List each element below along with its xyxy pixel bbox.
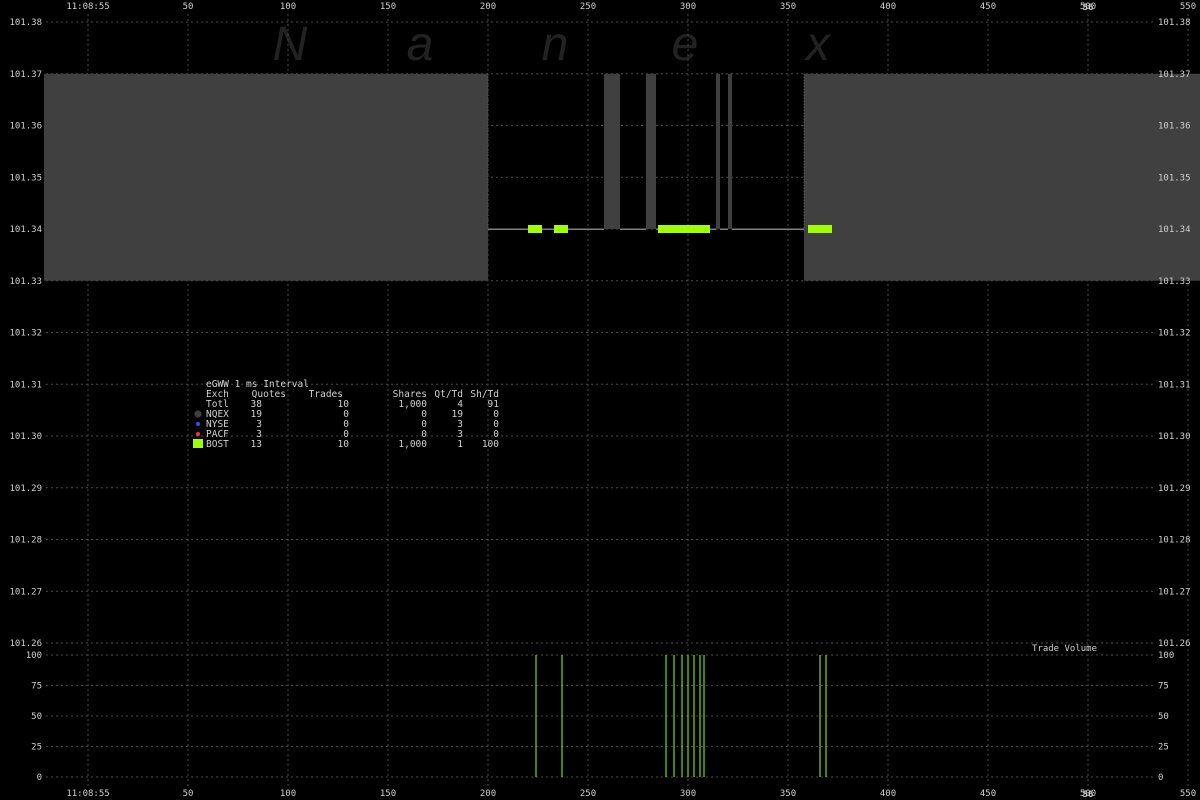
top-axis-tick-label: 550 <box>1180 2 1196 12</box>
price-tick-label-right: 101.27 <box>1158 587 1191 597</box>
price-tick-label: 101.33 <box>9 277 42 287</box>
bottom-axis-tick-label: 550 <box>1180 789 1196 799</box>
spread-band <box>646 73 656 229</box>
top-axis-time-label: 11:08:55 <box>66 2 109 12</box>
trade-marker <box>528 225 542 233</box>
price-tick-label-right: 101.36 <box>1158 122 1191 132</box>
locked-quote-line <box>720 228 728 230</box>
price-tick-label: 101.30 <box>9 432 42 442</box>
price-tick-label: 101.29 <box>9 484 42 494</box>
price-tick-label-right: 101.26 <box>1158 639 1191 649</box>
price-tick-label-right: 101.37 <box>1158 70 1191 80</box>
stats-cell: 13 <box>251 439 262 450</box>
bottom-axis-tick-label: 400 <box>880 789 896 799</box>
trade-marker <box>808 225 832 233</box>
top-axis-tick-label: 450 <box>980 2 996 12</box>
bottom-axis-tick-label: 350 <box>780 789 796 799</box>
spread-band <box>728 73 732 229</box>
price-tick-label: 101.36 <box>9 122 42 132</box>
price-tick-label: 101.27 <box>9 587 42 597</box>
volume-tick-label-right: 50 <box>1158 712 1169 722</box>
nanex-watermark: Na n e x <box>273 18 832 71</box>
price-tick-label-right: 101.32 <box>1158 329 1191 339</box>
spread-band <box>604 73 620 229</box>
bottom-axis-time-label: 11:08:55 <box>66 789 109 799</box>
stats-cell: 100 <box>482 439 499 450</box>
volume-tick-label-right: 0 <box>1158 773 1163 783</box>
volume-tick-label-right: 75 <box>1158 682 1169 692</box>
top-axis-tick-label: 400 <box>880 2 896 12</box>
exchange-marker-icon <box>196 422 200 426</box>
trade-volume-label: Trade Volume <box>1032 644 1097 654</box>
watermark-letter: x <box>804 18 832 71</box>
bottom-axis-tick-label: 150 <box>380 789 396 799</box>
exchange-marker-icon <box>193 439 203 448</box>
locked-quote-line <box>488 228 604 230</box>
price-tick-label: 101.26 <box>9 639 42 649</box>
top-axis-second-label: 56 <box>1083 3 1094 13</box>
price-tick-label: 101.32 <box>9 329 42 339</box>
price-tick-label-right: 101.28 <box>1158 536 1191 546</box>
volume-tick-label-right: 25 <box>1158 743 1169 753</box>
bottom-axis-tick-label: 50 <box>183 789 194 799</box>
price-tick-label: 101.35 <box>9 173 42 183</box>
trade-marker <box>554 225 568 233</box>
top-axis-tick-label: 50 <box>183 2 194 12</box>
bottom-axis-tick-label: 250 <box>580 789 596 799</box>
nanex-trade-quote-chart: Nanex 11:08:55 50 100 150 200 250 300 350 400 450… <box>9 2 1200 800</box>
stats-cell: 1,000 <box>398 439 427 450</box>
locked-quote-line <box>732 228 804 230</box>
price-tick-label-right: 101.38 <box>1158 18 1191 28</box>
spread-band <box>804 73 1200 281</box>
bottom-axis-tick-label: 450 <box>980 789 996 799</box>
locked-quote-line <box>620 228 646 230</box>
price-tick-label: 101.38 <box>9 18 42 28</box>
bottom-axis-second-label: 56 <box>1083 790 1094 800</box>
volume-tick-label: 75 <box>31 682 42 692</box>
volume-tick-label-right: 100 <box>1158 651 1174 661</box>
exchange-marker-icon <box>196 432 200 436</box>
stats-cell: 10 <box>338 439 350 450</box>
volume-tick-label: 0 <box>37 773 42 783</box>
stats-cell: BOST <box>206 439 229 450</box>
watermark-letter: e <box>672 18 699 71</box>
watermark-letter: N <box>273 18 308 71</box>
price-tick-label-right: 101.30 <box>1158 432 1191 442</box>
price-tick-label: 101.37 <box>9 70 42 80</box>
top-axis-tick-label: 250 <box>580 2 596 12</box>
stats-table: eGWW 1 ms IntervalExch Quotes Trades Shares… <box>193 379 499 450</box>
watermark-letter: a <box>407 18 434 71</box>
bottom-axis-tick-label: 200 <box>480 789 496 799</box>
price-tick-label: 101.31 <box>9 380 42 390</box>
top-axis-tick-label: 350 <box>780 2 796 12</box>
price-tick-label-right: 101.35 <box>1158 173 1191 183</box>
volume-tick-label: 100 <box>26 651 42 661</box>
top-axis-tick-label: 300 <box>680 2 696 12</box>
trade-marker <box>658 225 710 233</box>
bottom-axis-tick-label: 100 <box>280 789 296 799</box>
bottom-axis-tick-label: 300 <box>680 789 696 799</box>
watermark-letter: n <box>542 18 569 71</box>
price-tick-label: 101.28 <box>9 536 42 546</box>
price-tick-label: 101.34 <box>9 225 42 235</box>
volume-tick-label: 25 <box>31 743 42 753</box>
exchange-marker-icon <box>194 410 202 418</box>
price-tick-label-right: 101.34 <box>1158 225 1191 235</box>
volume-tick-label: 50 <box>31 712 42 722</box>
spread-band <box>44 73 488 281</box>
price-tick-label-right: 101.31 <box>1158 380 1191 390</box>
price-tick-label-right: 101.33 <box>1158 277 1191 287</box>
stats-cell: 1 <box>457 439 463 450</box>
top-axis-tick-label: 200 <box>480 2 496 12</box>
price-tick-label-right: 101.29 <box>1158 484 1191 494</box>
top-axis-tick-label: 150 <box>380 2 396 12</box>
top-axis-tick-label: 100 <box>280 2 296 12</box>
spread-band <box>716 73 720 229</box>
